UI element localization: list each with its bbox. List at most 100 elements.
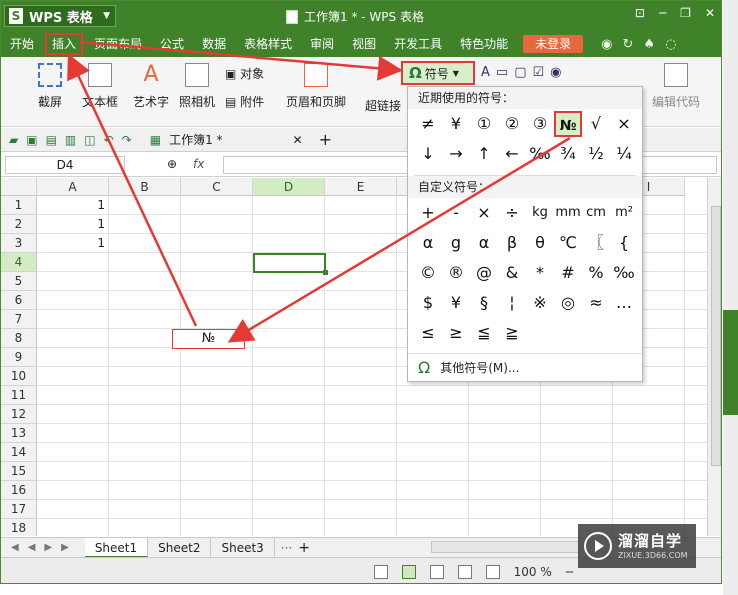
custom-symbol[interactable]: ≧ — [498, 320, 526, 346]
custom-symbol[interactable]: × — [470, 200, 498, 226]
minimize-icon[interactable]: ─ — [659, 6, 666, 20]
menu-formulas[interactable]: 公式 — [151, 31, 193, 57]
row-header-18[interactable]: 18 — [1, 519, 37, 536]
recent-symbol[interactable]: ‰ — [526, 141, 554, 167]
row-header-16[interactable]: 16 — [1, 481, 37, 500]
custom-symbol[interactable]: ¦ — [498, 290, 526, 316]
menu-developer[interactable]: 开发工具 — [385, 31, 451, 57]
header-footer-button[interactable]: 页眉和页脚 — [283, 63, 349, 110]
refresh-icon[interactable]: ↻ — [623, 37, 634, 52]
row-header-4[interactable]: 4 — [1, 253, 37, 272]
sheet-tab-3[interactable]: Sheet3 — [211, 537, 275, 558]
new-tab-button[interactable]: + — [319, 130, 332, 149]
column-header-e[interactable]: E — [325, 178, 397, 196]
row-header-15[interactable]: 15 — [1, 462, 37, 481]
active-cell-d4[interactable] — [253, 253, 328, 275]
custom-symbol[interactable]: … — [610, 290, 638, 316]
add-sheet-button[interactable]: + — [298, 540, 310, 556]
normal-view-icon[interactable] — [373, 564, 388, 579]
custom-symbol[interactable]: ¥ — [442, 290, 470, 316]
recent-symbol[interactable]: ¥ — [442, 111, 470, 137]
custom-symbol[interactable]: ≈ — [582, 290, 610, 316]
preview-icon[interactable]: ◫ — [84, 133, 95, 147]
scroll-thumb[interactable] — [711, 206, 721, 466]
recent-symbol[interactable]: ① — [470, 111, 498, 137]
custom-symbol[interactable]: 〖 — [582, 230, 610, 256]
custom-symbol[interactable]: ≥ — [442, 320, 470, 346]
custom-symbol[interactable]: ◎ — [554, 290, 582, 316]
more-sheets-button[interactable]: ··· — [281, 541, 292, 555]
vertical-scrollbar[interactable] — [707, 178, 721, 536]
custom-symbol[interactable]: α — [470, 230, 498, 256]
cell-a2[interactable]: 1 — [37, 217, 105, 231]
side-panel-tab[interactable] — [723, 310, 738, 415]
recent-symbol[interactable]: ½ — [582, 141, 610, 167]
more-symbols-button[interactable]: Ω 其他符号(M)... — [408, 353, 642, 381]
column-header-d[interactable]: D — [253, 178, 325, 196]
open-icon[interactable]: ▰ — [9, 133, 18, 147]
checkbox-icon[interactable]: ☑ — [533, 65, 545, 80]
custom-symbol[interactable]: ※ — [526, 290, 554, 316]
recent-symbol[interactable]: ↓ — [414, 141, 442, 167]
fx-icon[interactable]: fx — [193, 157, 204, 171]
font-color-icon[interactable]: A — [481, 65, 490, 80]
recent-symbol[interactable]: √ — [582, 111, 610, 137]
recent-symbol[interactable]: ③ — [526, 111, 554, 137]
custom-symbol[interactable]: ‰ — [610, 260, 638, 286]
row-header-8[interactable]: 8 — [1, 329, 37, 348]
menu-view[interactable]: 视图 — [343, 31, 385, 57]
column-header-b[interactable]: B — [109, 178, 181, 196]
zoom-level[interactable]: 100 % — [514, 565, 552, 579]
maximize-icon[interactable]: ❐ — [680, 6, 691, 20]
custom-symbol[interactable]: @ — [470, 260, 498, 286]
recent-symbol[interactable]: → — [442, 141, 470, 167]
custom-symbol[interactable]: ≤ — [414, 320, 442, 346]
camera-button[interactable]: 照相机 — [177, 63, 217, 110]
row-header-17[interactable]: 17 — [1, 500, 37, 519]
prev-sheet-icon[interactable]: ◀ — [28, 542, 36, 553]
row-header-1[interactable]: 1 — [1, 196, 37, 215]
menu-data[interactable]: 数据 — [193, 31, 235, 57]
custom-symbol[interactable]: g — [442, 230, 470, 256]
document-tab[interactable]: ▦ 工作簿1 * ✕ — [150, 131, 303, 148]
reading-view-icon[interactable] — [457, 564, 472, 579]
custom-symbol[interactable]: kg — [526, 200, 554, 226]
recent-symbol[interactable]: ← — [498, 141, 526, 167]
custom-symbol[interactable]: cm — [582, 200, 610, 226]
row-header-13[interactable]: 13 — [1, 424, 37, 443]
object-button[interactable]: ▣ 对象 — [225, 65, 271, 82]
row-header-14[interactable]: 14 — [1, 443, 37, 462]
custom-symbol[interactable]: ≦ — [470, 320, 498, 346]
custom-symbol[interactable]: { — [610, 230, 638, 256]
menu-home[interactable]: 开始 — [1, 31, 43, 57]
name-box[interactable]: D4 — [5, 156, 125, 174]
row-header-5[interactable]: 5 — [1, 272, 37, 291]
custom-symbol[interactable]: * — [526, 260, 554, 286]
row-header-6[interactable]: 6 — [1, 291, 37, 310]
shirt-icon[interactable]: ♠ — [643, 37, 655, 52]
menu-page-layout[interactable]: 页面布局 — [85, 31, 151, 57]
custom-symbol[interactable]: β — [498, 230, 526, 256]
redo-icon[interactable]: ↷ — [122, 133, 132, 147]
wps-menu-button[interactable]: S WPS 表格 ▼ — [4, 5, 116, 27]
attachment-button[interactable]: ▤ 附件 — [225, 93, 271, 110]
close-tab-icon[interactable]: ✕ — [293, 133, 303, 147]
hyperlink-button[interactable]: 超链接 — [363, 97, 403, 114]
custom-symbol[interactable]: ÷ — [498, 200, 526, 226]
column-header-a[interactable]: A — [37, 178, 109, 196]
skin-icon[interactable]: ⊡ — [635, 6, 645, 20]
row-header-7[interactable]: 7 — [1, 310, 37, 329]
eye-protect-icon[interactable] — [485, 564, 500, 579]
symbol-button[interactable]: Ω 符号 ▼ — [401, 61, 475, 85]
row-header-9[interactable]: 9 — [1, 348, 37, 367]
column-header-c[interactable]: C — [181, 178, 253, 196]
first-sheet-icon[interactable]: ◀ — [11, 542, 19, 553]
custom-symbol[interactable]: + — [414, 200, 442, 226]
cell-a1[interactable]: 1 — [37, 198, 105, 212]
recent-symbol[interactable]: № — [554, 111, 582, 137]
radio-icon[interactable]: ◉ — [550, 65, 561, 80]
recent-symbol[interactable]: ¾ — [554, 141, 582, 167]
zoom-search-icon[interactable]: ⊕ — [167, 157, 177, 171]
page-break-view-icon[interactable] — [429, 564, 444, 579]
menu-review[interactable]: 审阅 — [301, 31, 343, 57]
